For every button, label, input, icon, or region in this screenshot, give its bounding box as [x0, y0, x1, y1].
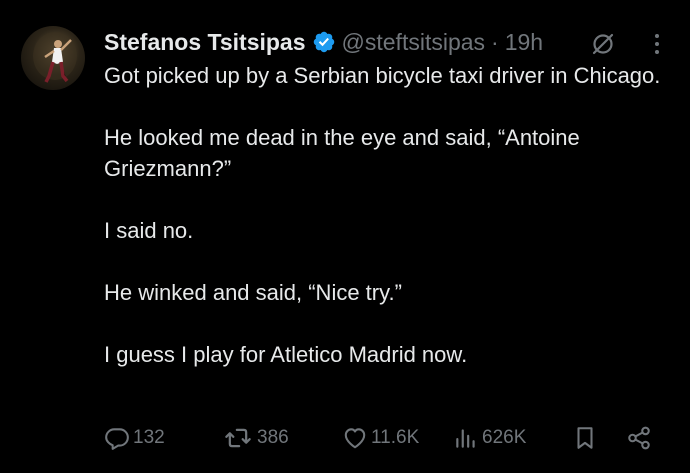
- tweet-header: Stefanos Tsitsipas @steftsitsipas · 19h: [104, 26, 543, 58]
- share-icon: [628, 426, 650, 450]
- tweet-paragraph: I guess I play for Atletico Madrid now.: [104, 342, 468, 367]
- reply-count: 132: [133, 427, 165, 448]
- action-bar: 132 386 11.6K 626K: [104, 420, 664, 456]
- reply-button[interactable]: 132: [104, 420, 165, 456]
- repost-count: 386: [257, 427, 289, 448]
- bookmark-icon: [577, 427, 593, 449]
- verified-badge-icon: [312, 30, 336, 54]
- like-icon: [344, 428, 366, 449]
- tweet-paragraph: Got picked up by a Serbian bicycle taxi …: [104, 63, 661, 88]
- views-button[interactable]: 626K: [453, 420, 526, 456]
- tweet-text: Got picked up by a Serbian bicycle taxi …: [104, 60, 664, 401]
- grok-icon[interactable]: [590, 31, 616, 57]
- share-button[interactable]: [626, 420, 655, 456]
- avatar[interactable]: [21, 26, 85, 90]
- like-count: 11.6K: [371, 427, 420, 448]
- views-icon: [456, 429, 475, 448]
- repost-button[interactable]: 386: [222, 420, 289, 456]
- reply-icon: [105, 428, 129, 450]
- tweet-paragraph: He winked and said, “Nice try.”: [104, 280, 402, 305]
- author-handle[interactable]: @steftsitsipas: [342, 29, 486, 56]
- tweet: Stefanos Tsitsipas @steftsitsipas · 19h …: [0, 0, 690, 473]
- tweet-paragraph: I said no.: [104, 218, 194, 243]
- separator-dot: ·: [491, 28, 499, 55]
- views-count: 626K: [482, 427, 527, 448]
- avatar-image: [33, 32, 77, 83]
- more-options-icon[interactable]: [648, 30, 666, 58]
- tweet-paragraph: He looked me dead in the eye and said, “…: [104, 125, 580, 181]
- repost-icon: [225, 428, 251, 448]
- timestamp[interactable]: 19h: [505, 29, 543, 56]
- bookmark-button[interactable]: [572, 420, 601, 456]
- author-name[interactable]: Stefanos Tsitsipas: [104, 29, 306, 56]
- like-button[interactable]: 11.6K: [342, 420, 419, 456]
